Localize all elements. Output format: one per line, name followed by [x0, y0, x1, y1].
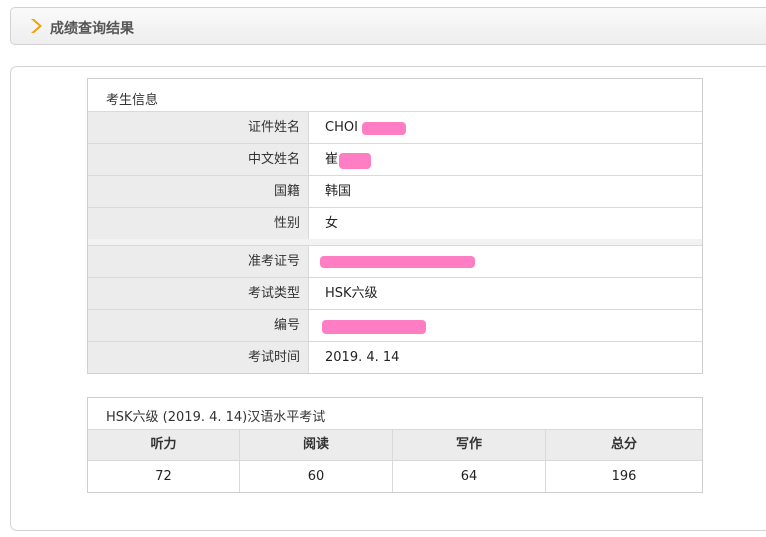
page-title: 成绩查询结果: [50, 21, 134, 37]
field-label: 考试类型: [88, 278, 309, 309]
score-value-listening: 72: [88, 461, 240, 492]
field-row-id-name: 证件姓名 CHOI: [88, 111, 702, 143]
score-header-reading: 阅读: [240, 430, 393, 460]
field-row-admission-number: 准考证号: [88, 245, 702, 277]
field-value: HSK六级: [325, 286, 378, 301]
redaction-mark: [362, 122, 406, 135]
score-table: HSK六级 (2019. 4. 14)汉语水平考试 听力 阅读 写作 总分 72…: [87, 397, 703, 493]
section-title-candidate: 考生信息: [106, 93, 159, 108]
field-label: 准考证号: [88, 246, 309, 277]
redaction-mark: [339, 153, 371, 169]
field-label: 国籍: [88, 176, 309, 207]
field-value: CHOI: [325, 120, 358, 135]
page-header: 成绩查询结果: [10, 7, 766, 45]
score-value-writing: 64: [393, 461, 546, 492]
field-label: 证件姓名: [88, 112, 309, 143]
chevron-right-icon: [31, 19, 42, 33]
field-label: 性别: [88, 208, 309, 239]
field-row-exam-type: 考试类型 HSK六级: [88, 277, 702, 309]
candidate-info-table: 考生信息 证件姓名 CHOI 中文姓名 崔 国籍 韩国 性别 女 准考证号 考试…: [87, 78, 703, 374]
field-row-gender: 性别 女: [88, 207, 702, 239]
field-label: 中文姓名: [88, 144, 309, 175]
field-row-serial-number: 编号: [88, 309, 702, 341]
score-table-title: HSK六级 (2019. 4. 14)汉语水平考试: [106, 410, 326, 425]
redaction-mark: [322, 320, 426, 334]
field-value: 韩国: [325, 184, 352, 199]
field-row-nationality: 国籍 韩国: [88, 175, 702, 207]
field-value: 2019. 4. 14: [325, 350, 400, 365]
redaction-mark: [320, 256, 475, 268]
field-label: 编号: [88, 310, 309, 341]
field-value: 女: [325, 216, 339, 231]
score-header-total: 总分: [610, 437, 637, 452]
score-value-total: 196: [611, 469, 637, 484]
score-header-row: 听力 阅读 写作 总分: [88, 429, 702, 461]
field-value: 崔: [325, 152, 339, 167]
score-header-writing: 写作: [393, 430, 546, 460]
field-row-chinese-name: 中文姓名 崔: [88, 143, 702, 175]
score-header-listening: 听力: [88, 430, 240, 460]
field-row-exam-date: 考试时间 2019. 4. 14: [88, 341, 702, 373]
score-value-row: 72 60 64 196: [88, 461, 702, 492]
field-label: 考试时间: [88, 342, 309, 373]
score-value-reading: 60: [240, 461, 393, 492]
